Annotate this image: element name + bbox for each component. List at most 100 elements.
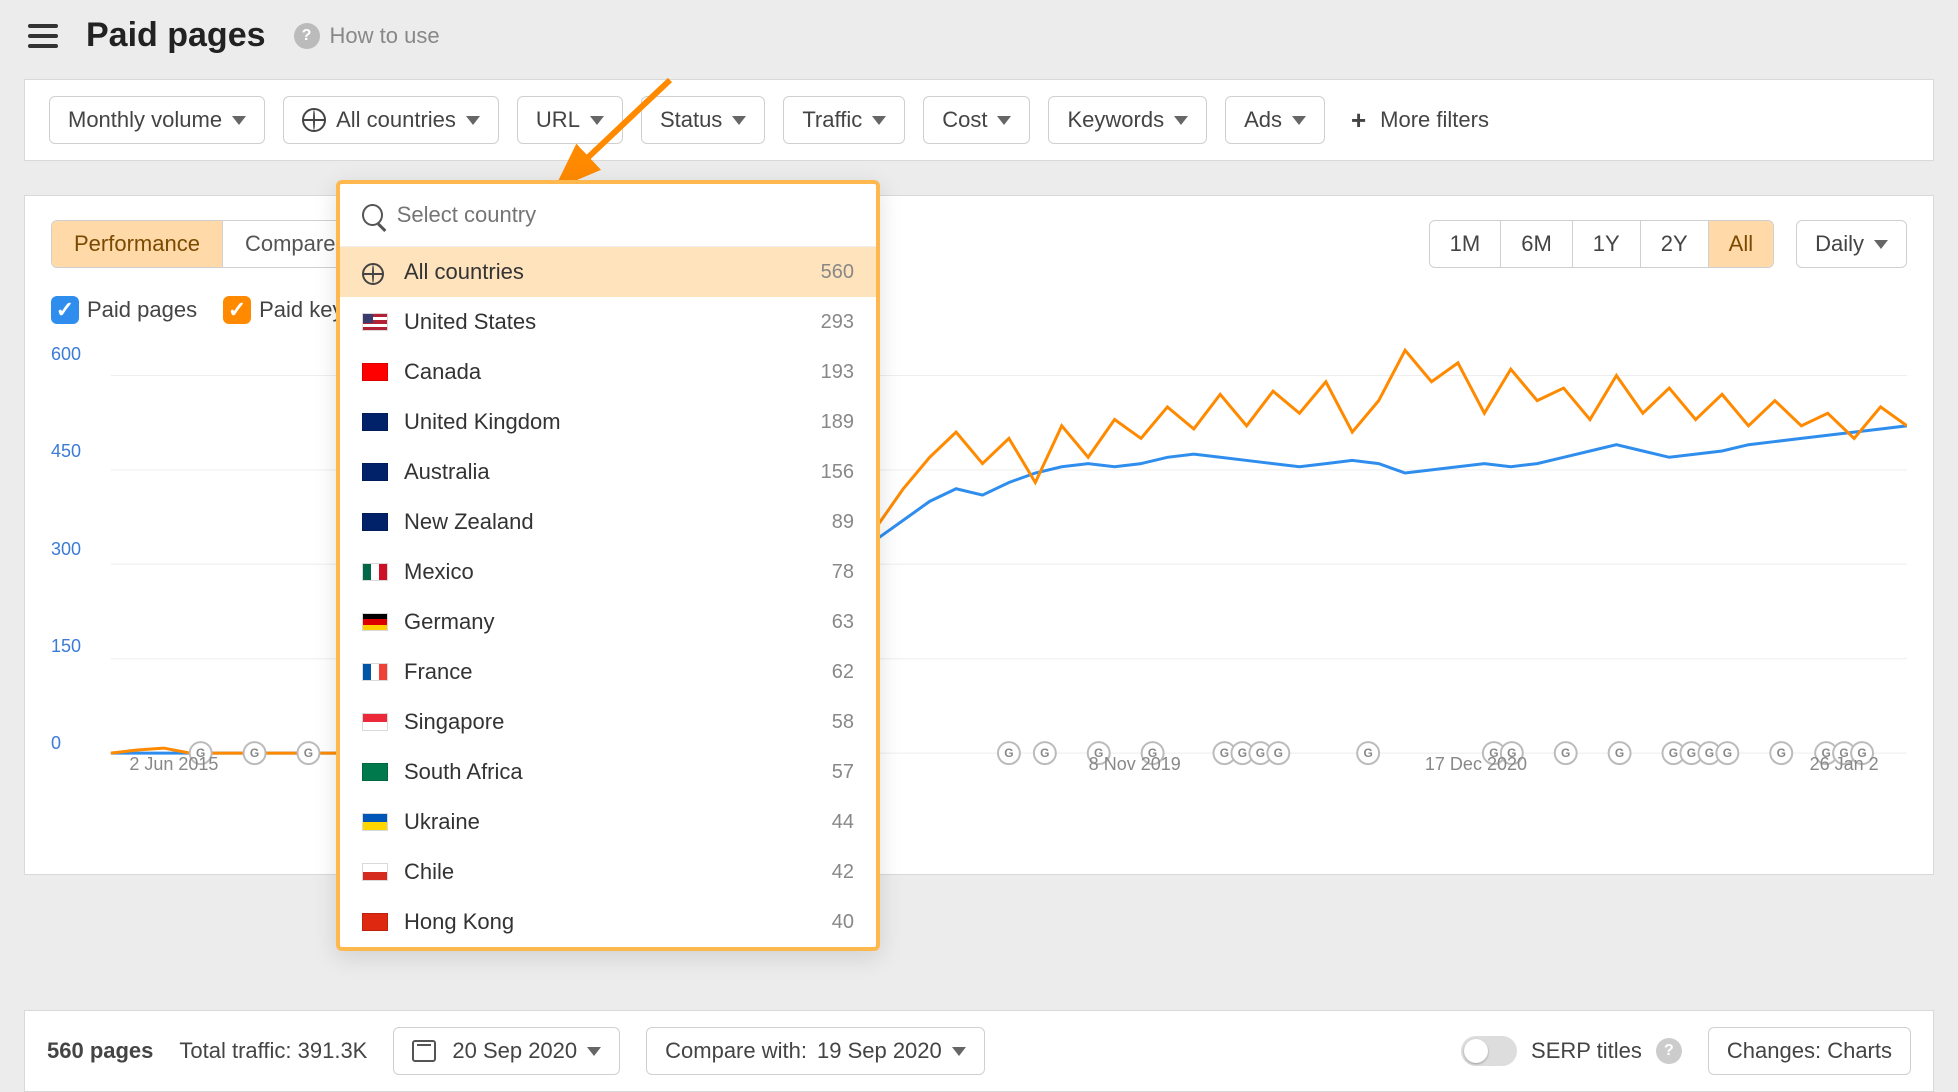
plus-icon: +: [1351, 107, 1366, 133]
country-option[interactable]: Germany63: [340, 597, 876, 647]
country-option[interactable]: Canada193: [340, 347, 876, 397]
country-option[interactable]: All countries560: [340, 247, 876, 297]
how-to-use-link[interactable]: ? How to use: [294, 23, 440, 49]
country-name: Ukraine: [404, 809, 480, 835]
chevron-down-icon: [590, 116, 604, 125]
performance-panel: Performance Compare 1M 6M 1Y 2Y All Dail…: [24, 195, 1934, 875]
tab-label: Performance: [74, 231, 200, 256]
legend-item-paid-pages[interactable]: ✓ Paid pages: [51, 296, 197, 324]
country-count: 63: [832, 611, 854, 634]
total-traffic-label: Total traffic:: [179, 1038, 291, 1063]
chart: 6004503001500 GGGGGGGGGGGGGGGGGGGGGGGGGG…: [51, 344, 1907, 784]
filter-label: Status: [660, 107, 722, 133]
filter-keywords[interactable]: Keywords: [1048, 96, 1207, 144]
filter-label: Keywords: [1067, 107, 1164, 133]
range-all[interactable]: All: [1709, 221, 1773, 267]
country-name: New Zealand: [404, 509, 534, 535]
time-range: 1M 6M 1Y 2Y All: [1429, 220, 1774, 268]
country-name: Singapore: [404, 709, 504, 735]
filter-country[interactable]: All countries: [283, 96, 499, 144]
range-6m[interactable]: 6M: [1501, 221, 1573, 267]
country-option[interactable]: South Africa57: [340, 747, 876, 797]
how-to-use-label: How to use: [330, 23, 440, 49]
range-2y[interactable]: 2Y: [1641, 221, 1709, 267]
country-option[interactable]: Chile 42: [340, 847, 876, 897]
help-icon: ?: [294, 23, 320, 49]
range-label: 1Y: [1593, 231, 1620, 256]
range-1m[interactable]: 1M: [1430, 221, 1502, 267]
help-icon: ?: [1656, 1038, 1682, 1064]
footer-bar: 560 pages Total traffic: 391.3K 20 Sep 2…: [24, 1010, 1934, 1092]
country-count: 193: [821, 361, 854, 384]
country-count: 156: [821, 461, 854, 484]
granularity-label: Daily: [1815, 231, 1864, 257]
country-option[interactable]: Singapore58: [340, 697, 876, 747]
panel-right-controls: 1M 6M 1Y 2Y All Daily: [1429, 220, 1907, 268]
range-1y[interactable]: 1Y: [1573, 221, 1641, 267]
country-name: Mexico: [404, 559, 474, 585]
country-search-input[interactable]: [397, 202, 854, 228]
checkbox-icon: ✓: [223, 296, 251, 324]
filter-cost[interactable]: Cost: [923, 96, 1030, 144]
country-option[interactable]: Mexico78: [340, 547, 876, 597]
country-count: 44: [832, 811, 854, 834]
tab-label: Compare: [245, 231, 335, 256]
country-option[interactable]: United States 293: [340, 297, 876, 347]
country-search: [340, 184, 876, 247]
filter-traffic[interactable]: Traffic: [783, 96, 905, 144]
filter-status[interactable]: Status: [641, 96, 765, 144]
country-dropdown: All countries560 United States 293 Canada19…: [336, 180, 880, 951]
page-root: Paid pages ? How to use Monthly volume A…: [0, 0, 1958, 1092]
x-tick: 26 Jan 2: [1810, 754, 1879, 775]
toggle-switch-icon: [1461, 1036, 1517, 1066]
filter-ads[interactable]: Ads: [1225, 96, 1325, 144]
filter-label: Monthly volume: [68, 107, 222, 133]
legend-label: Paid pages: [87, 297, 197, 323]
chevron-down-icon: [1292, 116, 1306, 125]
chart-canvas: GGGGGGGGGGGGGGGGGGGGGGGGGGGG: [51, 344, 1907, 783]
filter-label: URL: [536, 107, 580, 133]
more-filters-button[interactable]: + More filters: [1343, 97, 1497, 143]
country-count: 42: [832, 861, 854, 884]
country-name: United States: [404, 309, 536, 335]
country-name: France: [404, 659, 472, 685]
x-tick: 2 Jun 2015: [129, 754, 218, 775]
more-filters-label: More filters: [1380, 107, 1489, 133]
chevron-down-icon: [1874, 240, 1888, 249]
country-option[interactable]: New Zealand 89: [340, 497, 876, 547]
filter-label: Traffic: [802, 107, 862, 133]
range-label: 6M: [1521, 231, 1552, 256]
range-label: 1M: [1450, 231, 1481, 256]
chevron-down-icon: [232, 116, 246, 125]
filter-label: All countries: [336, 107, 456, 133]
tab-performance[interactable]: Performance: [52, 221, 223, 267]
chevron-down-icon: [466, 116, 480, 125]
changes-select[interactable]: Changes: Charts: [1708, 1027, 1911, 1075]
x-tick: 8 Nov 2019: [1089, 754, 1181, 775]
menu-icon[interactable]: [28, 24, 58, 48]
country-count: 62: [832, 661, 854, 684]
country-option[interactable]: United Kingdom189: [340, 397, 876, 447]
country-option[interactable]: Australia156: [340, 447, 876, 497]
country-option[interactable]: France 62: [340, 647, 876, 697]
country-option[interactable]: Hong Kong40: [340, 897, 876, 947]
country-count: 189: [821, 411, 854, 434]
chevron-down-icon: [997, 116, 1011, 125]
serp-titles-toggle[interactable]: SERP titles ?: [1461, 1036, 1682, 1066]
country-option[interactable]: Ukraine 44: [340, 797, 876, 847]
filter-monthly-volume[interactable]: Monthly volume: [49, 96, 265, 144]
country-name: All countries: [404, 259, 524, 285]
filter-url[interactable]: URL: [517, 96, 623, 144]
country-count: 293: [821, 311, 854, 334]
compare-label: Compare with:: [665, 1038, 807, 1064]
granularity-select[interactable]: Daily: [1796, 220, 1907, 268]
compare-date-picker[interactable]: Compare with: 19 Sep 2020: [646, 1027, 985, 1075]
checkbox-icon: ✓: [51, 296, 79, 324]
country-count: 89: [832, 511, 854, 534]
search-icon: [362, 204, 383, 226]
panel-top-row: Performance Compare 1M 6M 1Y 2Y All Dail…: [51, 220, 1907, 268]
compare-date: 19 Sep 2020: [817, 1038, 942, 1064]
date-picker[interactable]: 20 Sep 2020: [393, 1027, 620, 1075]
chevron-down-icon: [732, 116, 746, 125]
country-name: Chile: [404, 859, 454, 885]
